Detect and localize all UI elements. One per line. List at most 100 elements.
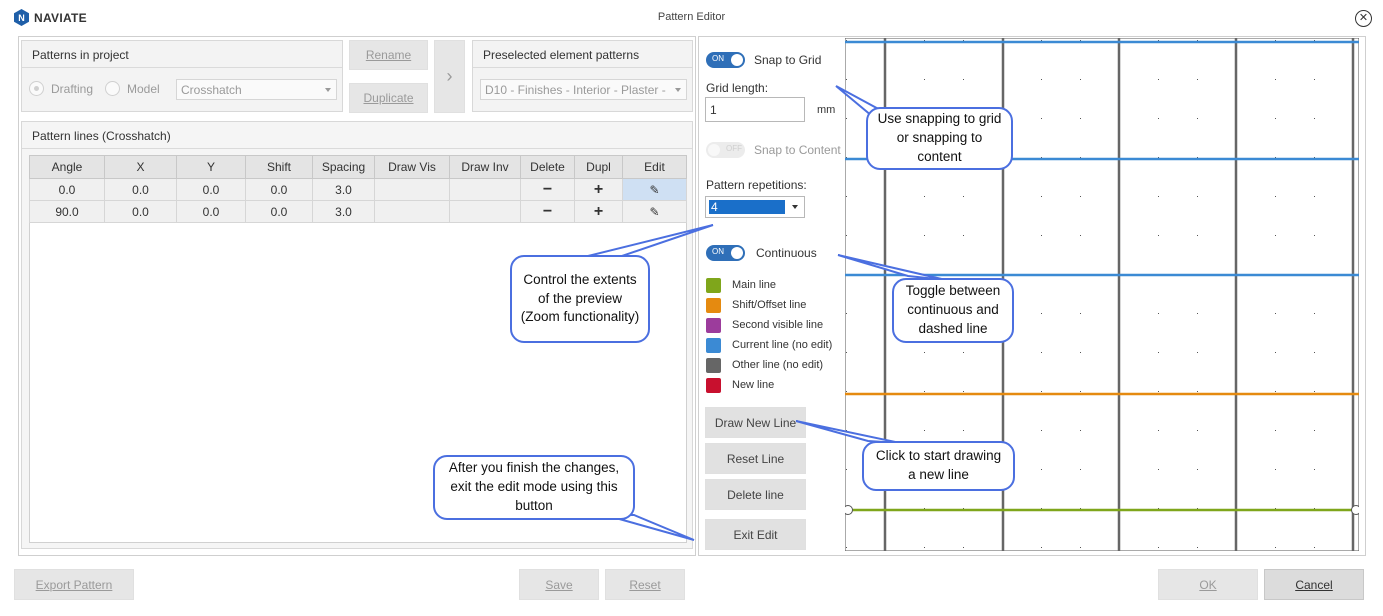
preselected-select[interactable]: D10 - Finishes - Interior - Plaster - (480, 79, 687, 100)
column-header-y[interactable]: Y (176, 155, 246, 179)
column-header-edit[interactable]: Edit (622, 155, 687, 179)
current-line-swatch (706, 338, 721, 353)
pattern-select-value: Crosshatch (181, 82, 242, 97)
column-header-draw-vis[interactable]: Draw Vis (374, 155, 450, 179)
snap-to-content-toggle[interactable]: OFF (706, 142, 745, 158)
preselected-patterns-group: Preselected element patterns D10 - Finis… (472, 40, 693, 112)
column-header-angle[interactable]: Angle (29, 155, 105, 179)
cell-x[interactable]: 0.0 (104, 200, 177, 223)
preselected-patterns-header: Preselected element patterns (483, 48, 640, 62)
save-button[interactable]: Save (519, 569, 599, 600)
legend-shift-line: Shift/Offset line (732, 299, 807, 311)
column-header-x[interactable]: X (104, 155, 177, 179)
cancel-label: Cancel (1295, 577, 1333, 592)
cell-draw-vis[interactable] (374, 178, 450, 201)
cell-shift[interactable]: 0.0 (245, 200, 313, 223)
table-header-row: Angle X Y Shift Spacing Draw Vis Draw In… (29, 155, 687, 179)
line-start-handle[interactable] (845, 505, 853, 515)
toggle-state: ON (712, 54, 724, 63)
exit-edit-button[interactable]: Exit Edit (705, 519, 806, 550)
legend-new-line: New line (732, 379, 775, 391)
edit-pencil-icon[interactable]: ✎ (622, 178, 687, 201)
toggle-state: ON (712, 247, 724, 256)
cell-spacing[interactable]: 3.0 (312, 200, 375, 223)
legend-second-visible-line: Second visible line (732, 319, 824, 331)
main-line-swatch (706, 278, 721, 293)
cell-y[interactable]: 0.0 (176, 200, 246, 223)
delete-icon[interactable]: − (520, 200, 575, 223)
callout-snapping: Use snapping to grid or snapping to cont… (866, 107, 1013, 170)
grid-length-label: Grid length: (706, 81, 769, 95)
reset-line-button[interactable]: Reset Line (705, 443, 806, 474)
column-header-draw-inv[interactable]: Draw Inv (449, 155, 521, 179)
column-header-dupl[interactable]: Dupl (574, 155, 623, 179)
pattern-repetitions-value: 4 (709, 200, 785, 214)
edit-pencil-icon[interactable]: ✎ (622, 200, 687, 223)
duplicate-icon[interactable]: + (574, 178, 623, 201)
legend-current-line: Current line (no edit) (732, 339, 833, 351)
model-radio[interactable] (105, 81, 120, 96)
new-line-swatch (706, 378, 721, 393)
callout-continuous: Toggle between continuous and dashed lin… (892, 278, 1014, 343)
preselected-select-value: D10 - Finishes - Interior - Plaster - (485, 82, 666, 97)
cell-draw-inv[interactable] (449, 200, 521, 223)
callout-extents: Control the extents of the preview (Zoom… (510, 255, 650, 343)
column-header-delete[interactable]: Delete (520, 155, 575, 179)
cancel-button[interactable]: Cancel (1264, 569, 1364, 600)
duplicate-button[interactable]: Duplicate (349, 83, 428, 113)
close-icon[interactable]: ✕ (1355, 10, 1372, 27)
chevron-down-icon (325, 87, 331, 92)
model-label: Model (127, 82, 160, 96)
export-pattern-button[interactable]: Export Pattern (14, 569, 134, 600)
table-row[interactable]: 0.0 0.0 0.0 0.0 3.0 − + ✎ (29, 178, 687, 201)
pattern-repetitions-select[interactable]: 4 (705, 196, 805, 218)
reset-button[interactable]: Reset (605, 569, 685, 600)
column-header-spacing[interactable]: Spacing (312, 155, 375, 179)
cell-y[interactable]: 0.0 (176, 178, 246, 201)
cell-angle[interactable]: 90.0 (29, 200, 105, 223)
patterns-in-project-group: Patterns in project Drafting Model Cross… (21, 40, 343, 112)
column-header-shift[interactable]: Shift (245, 155, 313, 179)
continuous-toggle[interactable]: ON (706, 245, 745, 261)
draw-new-line-button[interactable]: Draw New Line (705, 407, 806, 438)
patterns-in-project-header: Patterns in project (32, 48, 129, 62)
other-line-swatch (706, 358, 721, 373)
cell-shift[interactable]: 0.0 (245, 178, 313, 201)
duplicate-icon[interactable]: + (574, 200, 623, 223)
shift-line-swatch (706, 298, 721, 313)
window-title: Pattern Editor (657, 11, 726, 23)
pattern-lines-table: Angle X Y Shift Spacing Draw Vis Draw In… (29, 155, 687, 223)
table-row[interactable]: 90.0 0.0 0.0 0.0 3.0 − + ✎ (29, 200, 687, 223)
toggle-state: OFF (726, 144, 742, 153)
drafting-radio[interactable] (29, 81, 44, 96)
snap-to-content-label: Snap to Content (754, 143, 841, 157)
callout-draw: Click to start drawing a new line (862, 441, 1015, 491)
ok-button[interactable]: OK (1158, 569, 1258, 600)
delete-icon[interactable]: − (520, 178, 575, 201)
chevron-down-icon (675, 87, 681, 92)
chevron-down-icon (792, 205, 798, 209)
pattern-select[interactable]: Crosshatch (176, 79, 337, 100)
line-end-handle[interactable] (1351, 505, 1360, 515)
delete-line-button[interactable]: Delete line (705, 479, 806, 510)
title-bar: N NAVIATE Pattern Editor ✕ (0, 0, 1383, 34)
grid-length-input[interactable]: 1 (705, 97, 805, 122)
grid-length-unit: mm (817, 104, 836, 116)
continuous-label: Continuous (756, 246, 817, 260)
transfer-arrow-icon[interactable]: › (434, 40, 465, 113)
snap-to-grid-toggle[interactable]: ON (706, 52, 745, 68)
drafting-label: Drafting (51, 82, 94, 96)
cell-draw-inv[interactable] (449, 178, 521, 201)
legend-main-line: Main line (732, 279, 777, 291)
legend-other-line: Other line (no edit) (732, 359, 824, 371)
rename-button[interactable]: Rename (349, 40, 428, 70)
callout-exit: After you finish the changes, exit the e… (433, 455, 635, 520)
cell-x[interactable]: 0.0 (104, 178, 177, 201)
second-visible-line-swatch (706, 318, 721, 333)
cell-angle[interactable]: 0.0 (29, 178, 105, 201)
pattern-lines-header: Pattern lines (Crosshatch) (32, 129, 171, 143)
pattern-repetitions-label: Pattern repetitions: (706, 178, 807, 192)
cell-draw-vis[interactable] (374, 200, 450, 223)
snap-to-grid-label: Snap to Grid (754, 53, 822, 67)
cell-spacing[interactable]: 3.0 (312, 178, 375, 201)
